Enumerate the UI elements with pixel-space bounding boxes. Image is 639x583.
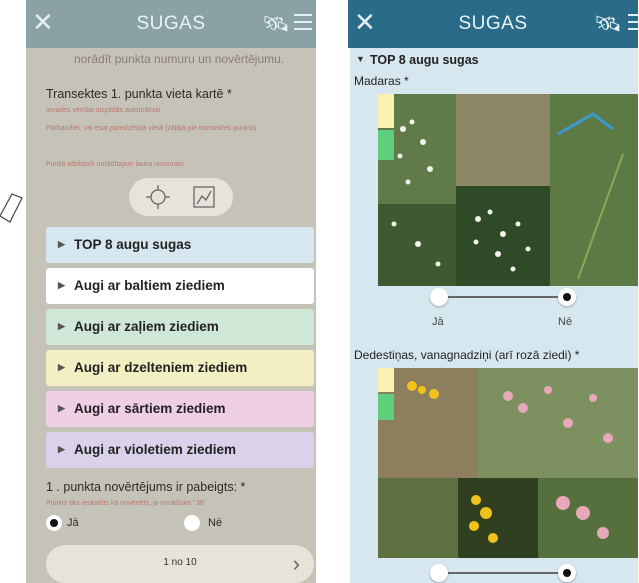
- app-bar: ✕ SUGAS 🛰: [348, 0, 638, 48]
- slider-track-dedestinas[interactable]: [438, 572, 568, 574]
- color-tag-green: [378, 130, 394, 160]
- color-tag-yellow: [378, 94, 394, 128]
- expand-arrow-icon: ▶: [58, 321, 65, 331]
- slider-yes-knob[interactable]: [430, 288, 448, 306]
- section-white-flowers[interactable]: ▶ Augi ar baltiem ziediem: [46, 268, 314, 304]
- slider-yes-label: Jā: [432, 316, 444, 328]
- section-pink-flowers[interactable]: ▶ Augi ar sārtiem ziediem: [46, 391, 314, 427]
- next-chevron-icon[interactable]: ›: [293, 551, 300, 577]
- hint-location: Pārbaudiet, vai esat paredzētajā vietā (…: [46, 125, 257, 132]
- photo-madaras: [378, 94, 638, 286]
- expand-arrow-icon: ▶: [58, 403, 65, 413]
- offscreen-panel-edge: [0, 193, 23, 223]
- color-tag-green-2: [378, 394, 394, 420]
- slider2-no-knob[interactable]: [558, 564, 576, 582]
- location-buttons: [129, 178, 233, 216]
- expand-arrow-icon: ▶: [58, 239, 65, 249]
- section-header[interactable]: TOP 8 augu sugas: [370, 53, 479, 67]
- right-screen: ✕ SUGAS 🛰 ▼ TOP 8 augu sugas Madaras * J…: [348, 0, 638, 583]
- map-icon[interactable]: [191, 184, 217, 210]
- satellite-icon[interactable]: 🛰: [594, 11, 622, 37]
- app-bar: ✕ SUGAS 🛰: [26, 0, 316, 48]
- slider-track-madaras[interactable]: [438, 296, 568, 298]
- section-yellow-flowers[interactable]: ▶ Augi ar dzelteniem ziediem: [46, 350, 314, 386]
- species-label-madaras: Madaras *: [354, 74, 409, 88]
- slider-no-label: Nē: [558, 316, 573, 328]
- menu-icon[interactable]: [294, 14, 312, 30]
- radio-no[interactable]: [184, 515, 200, 531]
- color-tag-yellow-2: [378, 368, 394, 392]
- section-label: Augi ar sārtiem ziediem: [74, 401, 226, 416]
- radio-no-label: Nē: [208, 517, 223, 529]
- expand-arrow-icon: ▶: [58, 444, 65, 454]
- slider-no-knob[interactable]: [558, 288, 576, 306]
- section-label: Augi ar baltiem ziediem: [74, 278, 225, 293]
- expand-arrow-icon: ▶: [58, 280, 65, 290]
- section-green-flowers[interactable]: ▶ Augi ar zaļiem ziediem: [46, 309, 314, 345]
- section-label: Augi ar violetiem ziediem: [74, 442, 237, 457]
- crosshair-icon[interactable]: [145, 184, 171, 210]
- satellite-icon[interactable]: 🛰: [262, 11, 290, 37]
- pager-text: 1 no 10: [163, 557, 197, 568]
- field-label: Transektes 1. punkta vieta kartē *: [46, 87, 232, 101]
- photo-dedestinas: [378, 368, 638, 558]
- left-screen: ✕ SUGAS 🛰 norādīt punkta numuru un novēr…: [26, 0, 316, 583]
- slider2-yes-knob[interactable]: [430, 564, 448, 582]
- species-label-dedestinas: Dedestiņas, vanagnadziņi (arī rozā ziedi…: [354, 348, 580, 362]
- section-label: TOP 8 augu sugas: [74, 237, 192, 252]
- completion-question: 1 . punkta novērtējums ir pabeigts: *: [46, 480, 246, 494]
- radio-yes[interactable]: [46, 515, 62, 531]
- section-label: Augi ar zaļiem ziediem: [74, 319, 219, 334]
- section-top8[interactable]: ▶ TOP 8 augu sugas: [46, 227, 314, 263]
- completion-hint: Punkts tiks ieskaitīts kā novērtēts, ja …: [46, 500, 206, 507]
- collapse-arrow-icon[interactable]: ▼: [356, 54, 365, 64]
- pager[interactable]: 1 no 10 ›: [46, 545, 314, 583]
- menu-icon[interactable]: [628, 14, 638, 30]
- cut-text: norādīt punkta numuru un novērtējumu.: [74, 52, 285, 66]
- section-label: Augi ar dzelteniem ziediem: [74, 360, 248, 375]
- section-violet-flowers[interactable]: ▶ Augi ar violetiem ziediem: [46, 432, 314, 468]
- hint-points: Punkti atbilstoši norādītajam lauka numu…: [46, 161, 184, 168]
- expand-arrow-icon: ▶: [58, 362, 65, 372]
- radio-yes-label: Jā: [67, 517, 79, 529]
- hint-autofill: Ievades vērtība aizpildās automātiski: [46, 107, 161, 114]
